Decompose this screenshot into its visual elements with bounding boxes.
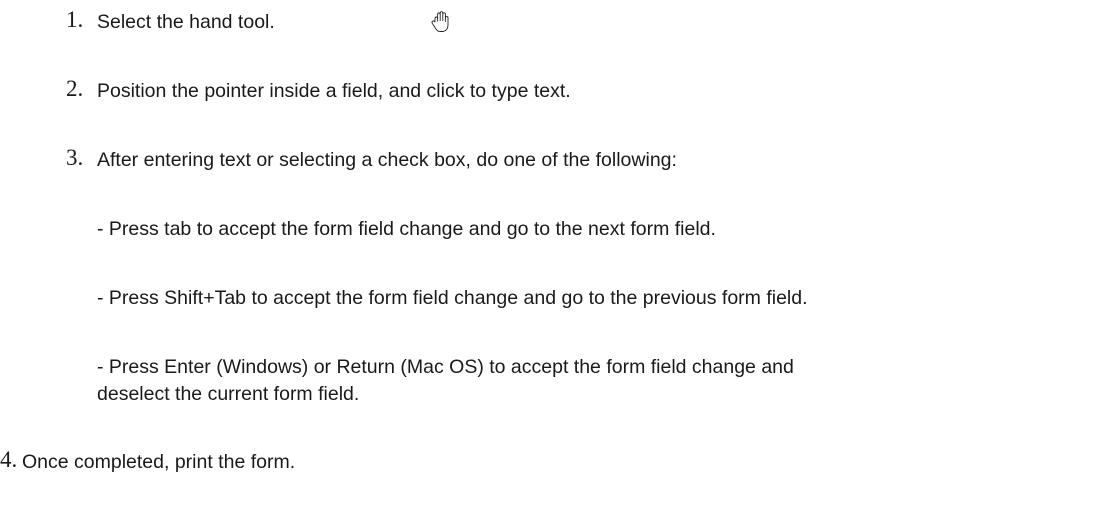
step-4-number: 4.	[0, 447, 18, 472]
sub-step-tab: - Press tab to accept the form field cha…	[97, 218, 716, 240]
sub-step-enter-line-2: deselect the current form field.	[97, 383, 360, 405]
step-4-text: Once completed, print the form.	[22, 451, 296, 473]
step-1-number: 1.	[66, 7, 84, 32]
sub-step-enter-line-1: - Press Enter (Windows) or Return (Mac O…	[97, 356, 794, 378]
hand-tool-icon	[431, 11, 449, 32]
sub-step-shift-tab: - Press Shift+Tab to accept the form fie…	[97, 287, 808, 309]
step-3-number: 3.	[66, 145, 84, 170]
step-2-number: 2.	[66, 76, 84, 101]
step-2-text: Position the pointer inside a field, and…	[97, 80, 571, 102]
step-3-text: After entering text or selecting a check…	[97, 149, 677, 171]
step-1-text: Select the hand tool.	[97, 11, 275, 33]
